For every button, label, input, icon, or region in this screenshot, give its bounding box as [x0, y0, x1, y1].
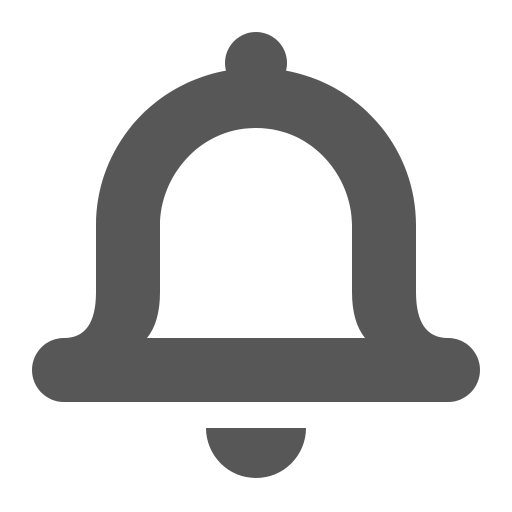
bell-rim: [32, 338, 480, 402]
icon-canvas: [0, 0, 512, 512]
bell-clapper: [206, 428, 306, 478]
bell-body: [64, 68, 448, 370]
bell-icon[interactable]: [0, 0, 512, 512]
